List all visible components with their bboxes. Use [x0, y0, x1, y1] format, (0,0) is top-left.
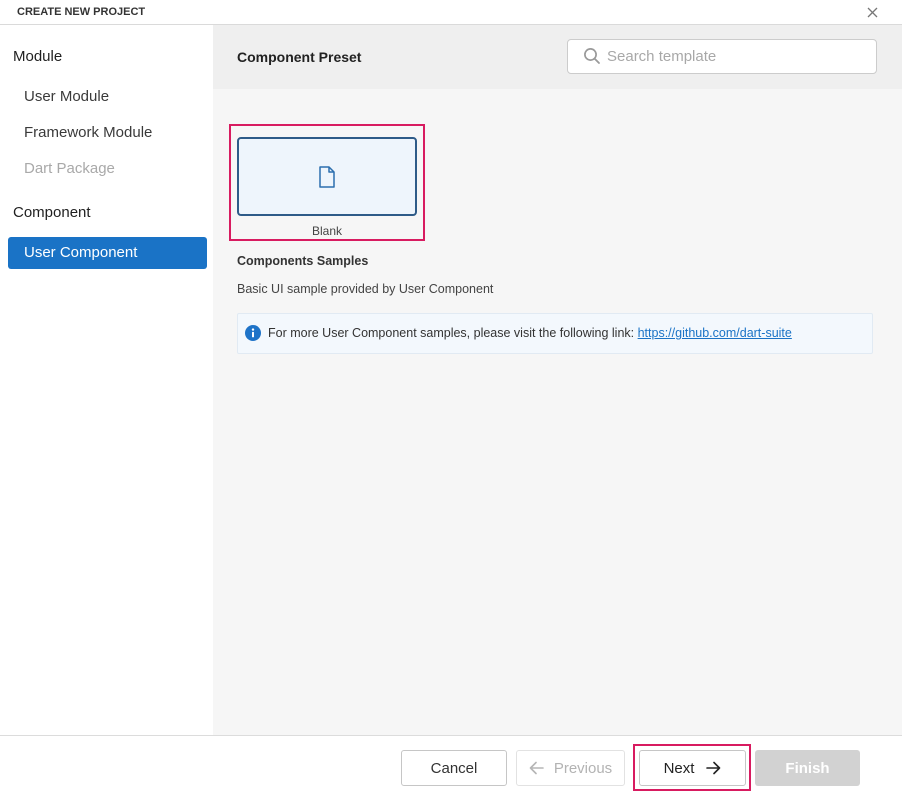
search-input[interactable]	[567, 39, 877, 74]
close-button[interactable]	[862, 2, 882, 22]
previous-button-label: Previous	[553, 759, 613, 777]
title-bar: CREATE NEW PROJECT	[0, 0, 902, 25]
info-message: For more User Component samples, please …	[268, 314, 792, 353]
finish-button: Finish	[755, 750, 860, 786]
search-icon	[584, 48, 600, 64]
samples-heading: Components Samples	[237, 254, 369, 268]
page-title: Component Preset	[237, 49, 362, 65]
preset-card-blank[interactable]	[237, 137, 417, 216]
github-link[interactable]: https://github.com/dart-suite	[638, 326, 792, 340]
previous-button: Previous	[516, 750, 625, 786]
samples-description: Basic UI sample provided by User Compone…	[237, 282, 494, 296]
cancel-button-label: Cancel	[430, 759, 478, 777]
arrow-left-icon	[529, 761, 544, 775]
arrow-right-icon	[706, 761, 721, 775]
sidebar-section-component: Component	[13, 204, 91, 221]
next-button-label: Next	[663, 759, 695, 777]
sidebar-item-label: User Component	[24, 244, 138, 261]
sidebar-item-user-module[interactable]: User Module	[24, 87, 109, 107]
info-banner: For more User Component samples, please …	[237, 313, 873, 354]
preset-label: Blank	[311, 224, 343, 238]
search-box	[567, 39, 877, 74]
sidebar-section-module: Module	[13, 48, 63, 65]
sidebar-item-user-component[interactable]: User Component	[8, 237, 207, 269]
info-icon	[245, 325, 261, 341]
sidebar-item-framework-module[interactable]: Framework Module	[24, 123, 152, 143]
create-project-dialog: CREATE NEW PROJECT Module User Module Fr…	[0, 0, 902, 798]
close-icon	[867, 7, 877, 17]
next-button[interactable]: Next	[639, 750, 746, 786]
dialog-title: CREATE NEW PROJECT	[17, 6, 146, 18]
sidebar-item-dart-package: Dart Package	[24, 160, 115, 177]
document-icon	[319, 165, 335, 188]
cancel-button[interactable]: Cancel	[401, 750, 507, 786]
info-text: For more User Component samples, please …	[268, 326, 638, 340]
finish-button-label: Finish	[785, 759, 830, 777]
